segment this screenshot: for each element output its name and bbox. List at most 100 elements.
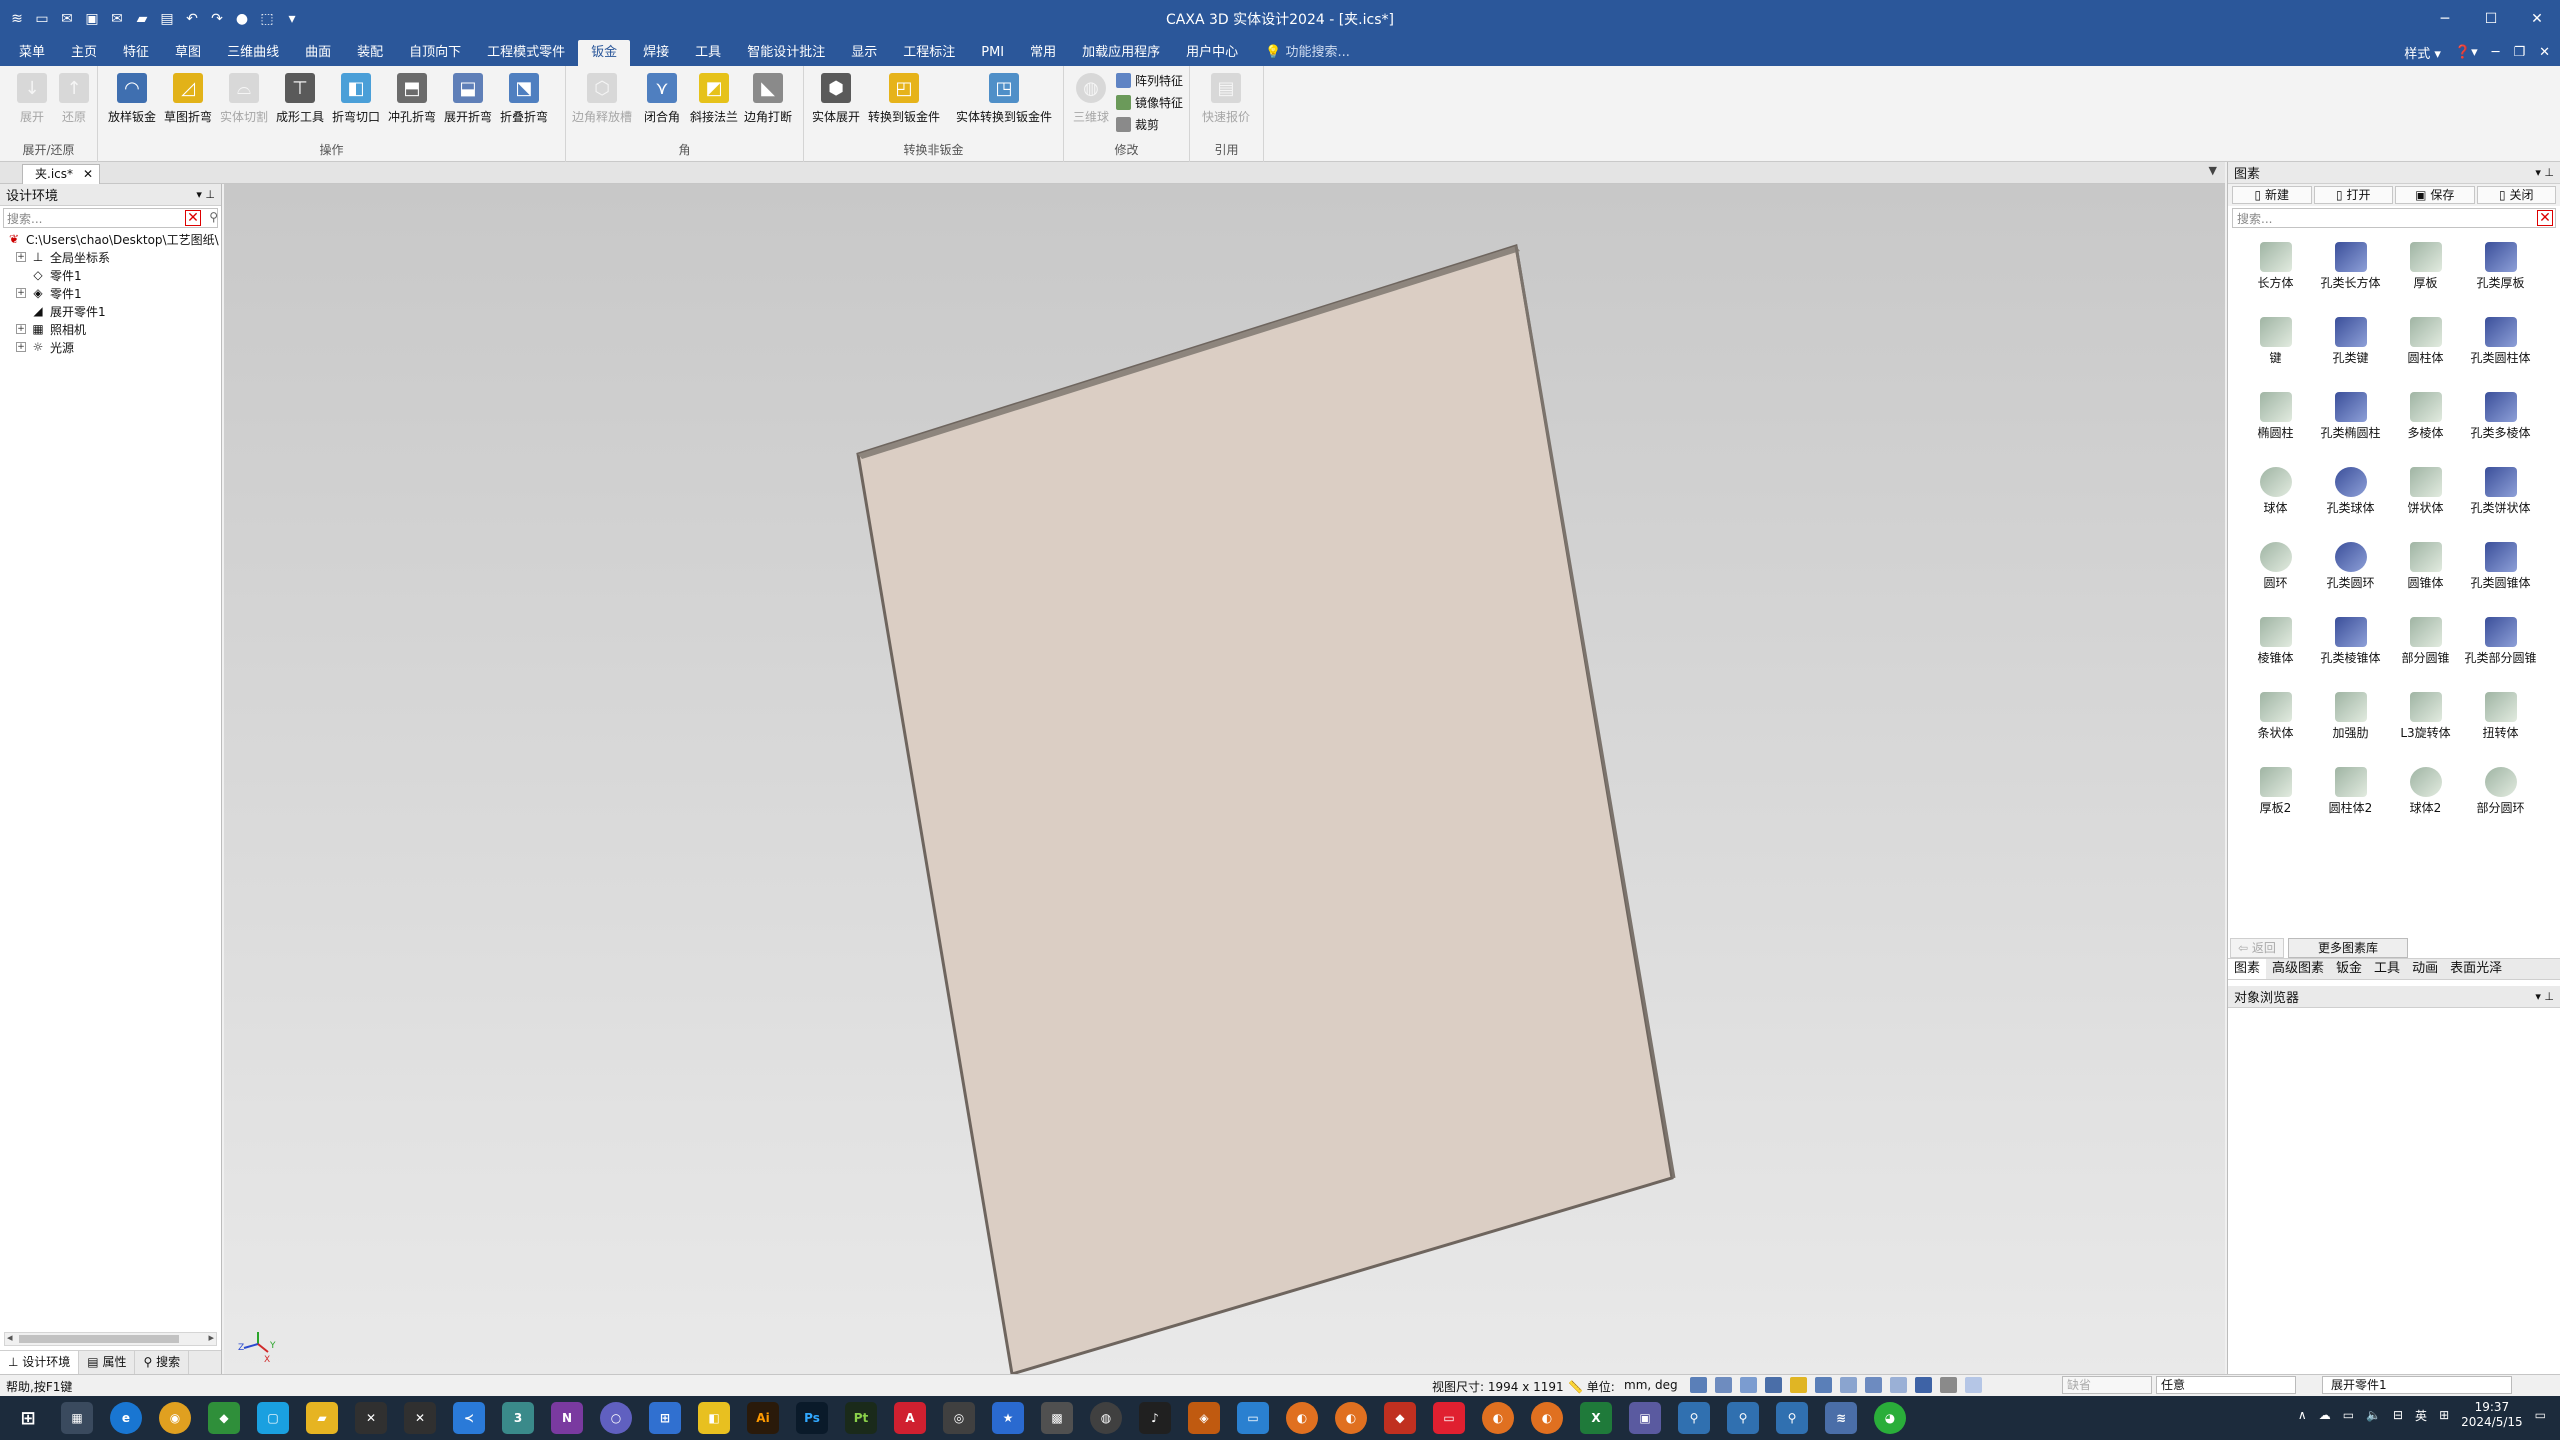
ribbon-minimize-icon[interactable]: ─ bbox=[2492, 45, 2500, 60]
help-icon[interactable]: ❓▾ bbox=[2455, 45, 2478, 60]
tiktok-icon[interactable]: ♪ bbox=[1139, 1402, 1171, 1434]
app-icon-3[interactable]: 3 bbox=[502, 1402, 534, 1434]
section-icon[interactable] bbox=[1840, 1377, 1857, 1393]
tree-node-part1[interactable]: ◇ 零件1 bbox=[6, 266, 221, 284]
blender-icon-2[interactable]: ◐ bbox=[1335, 1402, 1367, 1434]
input-language[interactable]: 英 bbox=[2415, 1407, 2427, 1424]
catalog-item[interactable]: 孔类厚板 bbox=[2463, 236, 2538, 311]
catalog-item[interactable]: 厚板 bbox=[2388, 236, 2463, 311]
viewport-canvas[interactable]: Z Y X bbox=[224, 184, 2225, 1374]
catalog-item[interactable]: 圆环 bbox=[2238, 536, 2313, 611]
mail-icon[interactable]: ✉ bbox=[58, 10, 76, 28]
catalog-item[interactable]: 孔类多棱体 bbox=[2463, 386, 2538, 461]
catalog-item[interactable]: 孔类圆环 bbox=[2313, 536, 2388, 611]
onenote-icon[interactable]: N bbox=[551, 1402, 583, 1434]
expand-icon[interactable]: + bbox=[16, 288, 26, 298]
customize-dropdown-icon[interactable]: ▾ bbox=[283, 10, 301, 28]
store-icon[interactable]: ▦ bbox=[61, 1402, 93, 1434]
solid-unfold-button[interactable]: ⬢ 实体展开 bbox=[808, 70, 864, 132]
stop-icon[interactable]: ● bbox=[233, 10, 251, 28]
tab-close-icon[interactable]: ✕ bbox=[83, 165, 93, 183]
save-as-icon[interactable]: ✉ bbox=[108, 10, 126, 28]
maximize-button[interactable]: ☐ bbox=[2468, 0, 2514, 38]
catalog-item[interactable]: 孔类部分圆锥 bbox=[2463, 611, 2538, 686]
menu-tab-14[interactable]: 工程标注 bbox=[890, 40, 968, 66]
file-explorer-icon[interactable]: ▰ bbox=[306, 1402, 338, 1434]
render-mode-icon[interactable] bbox=[1790, 1377, 1807, 1393]
ime-icon[interactable]: ⊟ bbox=[2393, 1408, 2403, 1422]
tree-node-light[interactable]: + ☼ 光源 bbox=[6, 338, 221, 356]
bilibili-icon[interactable]: ▭ bbox=[1237, 1402, 1269, 1434]
scroll-thumb[interactable] bbox=[19, 1335, 179, 1343]
document-tab[interactable]: 夹.ics* ✕ bbox=[22, 164, 100, 184]
wechat-icon[interactable]: ◕ bbox=[1874, 1402, 1906, 1434]
acrobat-icon[interactable]: A bbox=[894, 1402, 926, 1434]
catalog-item[interactable]: 圆锥体 bbox=[2388, 536, 2463, 611]
catalog-item[interactable]: 孔类椭圆柱 bbox=[2313, 386, 2388, 461]
menu-tab-16[interactable]: 常用 bbox=[1017, 40, 1069, 66]
tree-node-camera[interactable]: + ▦ 照相机 bbox=[6, 320, 221, 338]
catalog-item[interactable]: 孔类球体 bbox=[2313, 461, 2388, 536]
catalog-search-input[interactable]: 搜索... ✕ bbox=[2232, 208, 2556, 228]
menu-tab-3[interactable]: 草图 bbox=[162, 40, 214, 66]
app-icon-pt[interactable]: Pt bbox=[845, 1402, 877, 1434]
menu-tab-1[interactable]: 主页 bbox=[58, 40, 110, 66]
catalog-item[interactable]: 孔类圆锥体 bbox=[2463, 536, 2538, 611]
panel-pin-icon[interactable]: ▾ ⊥ bbox=[2535, 166, 2554, 179]
app-icon-grid[interactable]: ⊞ bbox=[649, 1402, 681, 1434]
menu-tab-15[interactable]: PMI bbox=[968, 40, 1017, 66]
more-catalogs-button[interactable]: 更多图素库 bbox=[2288, 938, 2408, 958]
scroll-left-icon[interactable]: ◂ bbox=[7, 1331, 13, 1344]
zoom-out-icon[interactable] bbox=[1715, 1377, 1732, 1393]
tree-node-root[interactable]: ❦ C:\Users\chao\Desktop\工艺图纸\ bbox=[6, 230, 221, 248]
app-icon-media[interactable]: ▩ bbox=[1041, 1402, 1073, 1434]
quick-quote-button[interactable]: ▤ 快速报价 bbox=[1198, 70, 1254, 132]
mirror-feature-button[interactable]: 镜像特征 bbox=[1116, 92, 1183, 112]
corner-break-button[interactable]: ◣ 边角打断 bbox=[740, 70, 796, 132]
app-logo-icon[interactable]: ≋ bbox=[8, 10, 26, 28]
menu-tab-2[interactable]: 特征 bbox=[110, 40, 162, 66]
scroll-right-icon[interactable]: ▸ bbox=[208, 1331, 214, 1344]
selector-icon[interactable]: ⬚ bbox=[258, 10, 276, 28]
catalog-item[interactable]: 球体2 bbox=[2388, 761, 2463, 836]
menu-tab-17[interactable]: 加载应用程序 bbox=[1069, 40, 1173, 66]
app-icon-cam[interactable]: ◎ bbox=[943, 1402, 975, 1434]
horizontal-scrollbar[interactable]: ◂ ▸ bbox=[4, 1331, 217, 1346]
catalog-back-button[interactable]: ⇦ 返回 bbox=[2230, 938, 2284, 958]
restore-fold-button[interactable]: ↑ 还原 bbox=[46, 70, 102, 132]
selection-type-field[interactable]: 任意 bbox=[2156, 1376, 2296, 1394]
app-icon-badge[interactable]: ▭ bbox=[1433, 1402, 1465, 1434]
3d-viewport[interactable]: Z Y X bbox=[224, 184, 2225, 1374]
display-icon[interactable] bbox=[1815, 1377, 1832, 1393]
menu-tab-9[interactable]: 钣金 bbox=[578, 40, 631, 66]
catalog-item[interactable]: 多棱体 bbox=[2388, 386, 2463, 461]
trim-button[interactable]: 裁剪 bbox=[1116, 114, 1159, 134]
expand-icon[interactable]: + bbox=[16, 324, 26, 334]
minimize-button[interactable]: ─ bbox=[2422, 0, 2468, 38]
app-icon-green[interactable]: ◆ bbox=[208, 1402, 240, 1434]
catalog-item[interactable]: 椭圆柱 bbox=[2238, 386, 2313, 461]
catalog-category-tab[interactable]: 动画 bbox=[2406, 959, 2444, 979]
app-icon-yellow[interactable]: ◧ bbox=[698, 1402, 730, 1434]
catalog-item[interactable]: 孔类圆柱体 bbox=[2463, 311, 2538, 386]
app-icon-star[interactable]: ★ bbox=[992, 1402, 1024, 1434]
app-icon-blue[interactable]: ▢ bbox=[257, 1402, 289, 1434]
menu-tab-8[interactable]: 工程模式零件 bbox=[474, 40, 578, 66]
view-select-icon[interactable] bbox=[1740, 1377, 1757, 1393]
app-icon-search2[interactable]: ⚲ bbox=[1727, 1402, 1759, 1434]
volume-icon[interactable]: 🔈 bbox=[2366, 1408, 2381, 1422]
tree-node-unfold-part1[interactable]: ◢ 展开零件1 bbox=[6, 302, 221, 320]
bend-relief-button[interactable]: ◧ 折弯切口 bbox=[328, 70, 384, 132]
fold-bend-button[interactable]: ⬔ 折叠折弯 bbox=[496, 70, 552, 132]
miter-flange-button[interactable]: ◩ 斜接法兰 bbox=[686, 70, 742, 132]
close-button[interactable]: ✕ bbox=[2514, 0, 2560, 38]
open-folder-icon[interactable]: ▰ bbox=[133, 10, 151, 28]
catalog-open-button[interactable]: ▯ 打开 bbox=[2313, 186, 2393, 204]
catalog-item[interactable]: 孔类键 bbox=[2313, 311, 2388, 386]
catalog-item[interactable]: 条状体 bbox=[2238, 686, 2313, 761]
panel-pin-icon[interactable]: ▾ ⊥ bbox=[196, 188, 215, 201]
app-icon-circle[interactable]: ○ bbox=[600, 1402, 632, 1434]
tab-properties[interactable]: ▤ 属性 bbox=[79, 1351, 136, 1374]
3d-ball-button[interactable]: ◍ 三维球 bbox=[1066, 70, 1116, 132]
save-icon[interactable]: ▣ bbox=[83, 10, 101, 28]
